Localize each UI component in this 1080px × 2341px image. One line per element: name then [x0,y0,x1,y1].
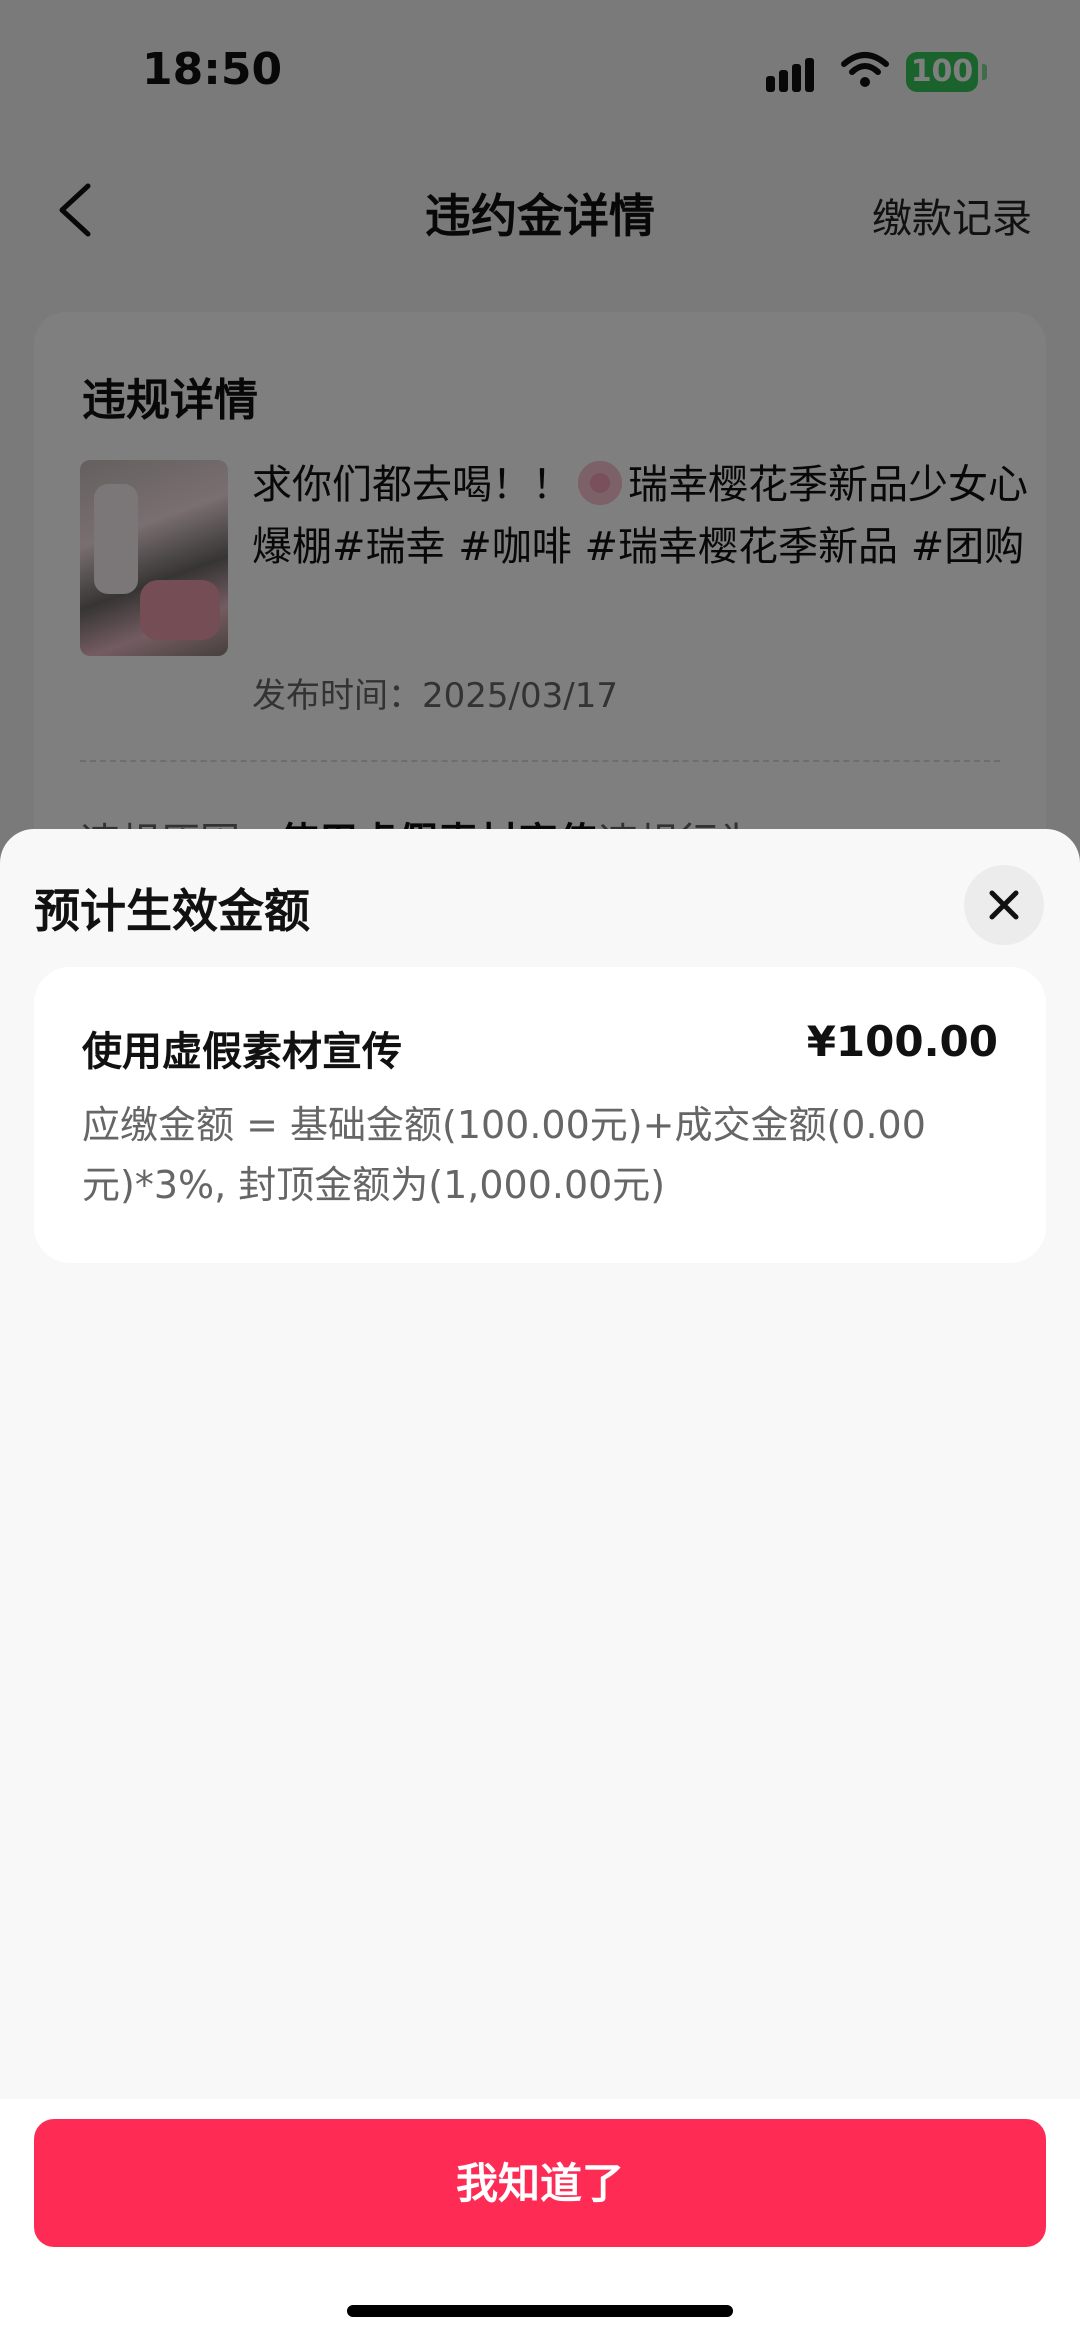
fee-formula: 应缴金额 = 基础金额(100.00元)+成交金额(0.00元)*3%, 封顶金… [82,1103,926,1207]
fee-name: 使用虚假素材宣传 [82,1029,402,1075]
home-indicator [347,2305,733,2317]
close-icon [989,890,1019,920]
confirm-button[interactable]: 我知道了 [34,2119,1046,2247]
fee-amount: ¥100.00 [806,1017,998,1066]
sheet-title: 预计生效金额 [34,884,310,938]
close-button[interactable] [964,865,1044,945]
bottom-action-bar: 我知道了 [0,2099,1080,2341]
fee-card: 使用虚假素材宣传 ¥100.00 应缴金额 = 基础金额(100.00元)+成交… [34,967,1046,1263]
bottom-sheet: 预计生效金额 使用虚假素材宣传 ¥100.00 应缴金额 = 基础金额(100.… [0,829,1080,2341]
